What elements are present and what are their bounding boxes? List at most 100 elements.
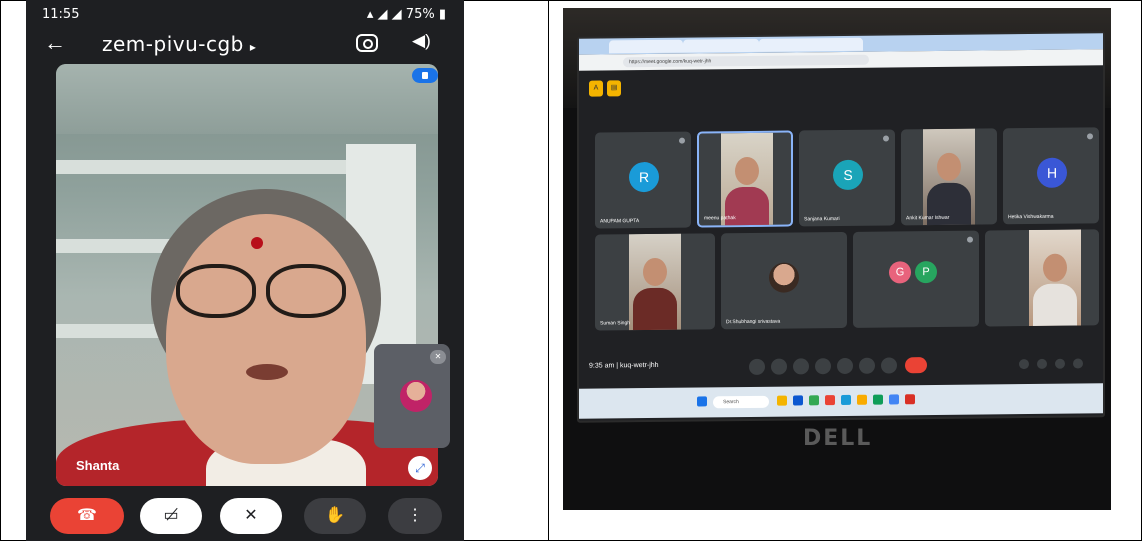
switch-camera-icon[interactable] xyxy=(356,34,378,52)
face xyxy=(735,156,759,186)
camera-off-button[interactable]: ▭̸ xyxy=(140,498,202,534)
participant-tile[interactable]: meenu pathak xyxy=(697,130,793,228)
app-icon[interactable] xyxy=(857,394,867,405)
end-call-button[interactable]: ☎ xyxy=(50,498,124,534)
self-avatar xyxy=(400,380,432,412)
battery-level: 75% xyxy=(405,7,435,22)
app-icon[interactable] xyxy=(889,394,899,405)
info-icon[interactable] xyxy=(1019,359,1029,370)
avatar: P xyxy=(915,260,937,284)
raise-hand-button[interactable] xyxy=(859,357,875,374)
body xyxy=(725,186,769,228)
participant-video xyxy=(1029,229,1081,327)
participant-tile[interactable]: Ankit Kumar Ishwar xyxy=(901,128,997,226)
meeting-code-button[interactable]: zem-pivu-cgb ▸ xyxy=(102,32,256,56)
participant-name: Sanjana Kumari xyxy=(804,216,840,223)
body xyxy=(633,287,677,331)
participant-grid: R ANUPAM GUPTA meenu pathak S Sanjana Ku… xyxy=(595,117,1099,332)
mic-off-icon xyxy=(967,236,973,243)
participant-tile[interactable]: Dr.Shubhangi srivastava xyxy=(721,231,847,330)
people-icon[interactable] xyxy=(1037,358,1047,369)
participant-name: Suman Singh xyxy=(600,320,631,327)
raise-hand-button[interactable]: ✋ xyxy=(304,498,366,534)
participant-video xyxy=(629,233,681,331)
app-icon[interactable] xyxy=(841,394,851,405)
mic-off-icon xyxy=(883,135,889,142)
start-icon[interactable] xyxy=(697,396,707,407)
participant-name: Shanta xyxy=(76,458,120,473)
participant-tile[interactable]: Suman Singh xyxy=(595,233,715,331)
captions-button[interactable] xyxy=(793,358,809,375)
more-options-button[interactable]: ⋮ xyxy=(388,498,442,534)
emoji-button[interactable] xyxy=(815,358,831,375)
app-icon[interactable] xyxy=(793,395,803,406)
self-view-tile[interactable]: ✕ xyxy=(374,344,450,448)
phone-meet-screenshot: 11:55 ▴ ◢ ◢ 75% ▮ ← zem-pivu-cgb ▸ ◀) Sha… xyxy=(26,0,464,541)
participant-video xyxy=(923,128,975,226)
activities-icon[interactable] xyxy=(1073,358,1083,369)
participant-figure xyxy=(56,189,438,486)
mic-off-button[interactable]: ✕ xyxy=(220,498,282,534)
app-icon[interactable] xyxy=(825,395,835,406)
mic-button[interactable] xyxy=(749,358,765,375)
status-battery: ▴ ◢ ◢ 75% ▮ xyxy=(366,7,446,22)
mic-off-icon xyxy=(1087,133,1093,140)
app-icon[interactable] xyxy=(777,395,787,406)
avatar: G xyxy=(889,261,911,284)
avatar: R xyxy=(629,161,659,193)
avatar: S xyxy=(833,159,863,191)
participant-tile[interactable]: H Hetika Vishwakarma xyxy=(1003,127,1099,225)
participant-tile[interactable]: S Sanjana Kumari xyxy=(799,129,895,227)
meeting-code: zem-pivu-cgb xyxy=(102,32,244,56)
taskbar-search[interactable]: Search xyxy=(713,395,769,409)
audio-level-badge xyxy=(412,68,438,83)
back-arrow-icon[interactable]: ← xyxy=(44,30,66,56)
chat-icon[interactable] xyxy=(1055,358,1065,369)
laptop-screen: https://meet.google.com/kuq-wetr-jhh A ▤… xyxy=(577,31,1105,423)
participant-tile[interactable] xyxy=(985,229,1099,327)
avatar: H xyxy=(1037,157,1067,188)
layout-icon[interactable]: ⤢ xyxy=(408,456,432,480)
windows-taskbar: Search xyxy=(579,383,1103,419)
mic-off-icon xyxy=(679,137,685,144)
call-controls: ☎ ▭̸ ✕ ✋ ⋮ xyxy=(26,486,464,541)
shelf xyxy=(56,160,356,174)
video-background xyxy=(56,64,438,134)
participant-tile[interactable]: R ANUPAM GUPTA xyxy=(595,131,691,229)
face xyxy=(643,257,667,287)
meet-control-bar: 9:35 am | kuq-wetr-jhh xyxy=(579,347,1103,384)
status-bar: 11:55 ▴ ◢ ◢ 75% ▮ xyxy=(26,0,464,28)
browser-tab[interactable] xyxy=(609,39,683,54)
participant-name: Ankit Kumar Ishwar xyxy=(906,214,950,222)
face xyxy=(166,214,366,464)
face xyxy=(1043,253,1067,282)
status-time: 11:55 xyxy=(42,7,80,22)
more-options-button[interactable] xyxy=(881,357,897,374)
app-icon[interactable] xyxy=(905,394,915,405)
browser-tab[interactable] xyxy=(683,38,759,53)
face xyxy=(937,152,961,181)
meet-chip-icon: ▤ xyxy=(607,80,621,97)
participant-video xyxy=(721,132,773,228)
browser-tab[interactable] xyxy=(759,37,863,52)
cell-divider xyxy=(548,0,549,541)
app-icon[interactable] xyxy=(809,395,819,406)
meet-chip-icon: A xyxy=(589,80,603,97)
participant-name: meenu pathak xyxy=(704,215,736,222)
avatar xyxy=(769,262,799,293)
laptop-meet-photo: https://meet.google.com/kuq-wetr-jhh A ▤… xyxy=(563,8,1111,510)
body xyxy=(1033,283,1077,326)
app-icon[interactable] xyxy=(873,394,883,405)
mic-off-icon: ✕ xyxy=(430,350,446,364)
url-field[interactable]: https://meet.google.com/kuq-wetr-jhh xyxy=(623,54,869,68)
participant-name: Dr.Shubhangi srivastava xyxy=(726,318,781,326)
end-call-button[interactable] xyxy=(905,357,927,374)
present-button[interactable] xyxy=(837,357,853,375)
meeting-info: 9:35 am | kuq-wetr-jhh xyxy=(589,361,659,370)
camera-button[interactable] xyxy=(771,358,787,375)
speaker-icon[interactable]: ◀) xyxy=(412,31,431,51)
chevron-right-icon: ▸ xyxy=(249,40,257,54)
laptop-brand-logo: DELL xyxy=(803,426,873,451)
participant-tile[interactable]: G P xyxy=(853,230,979,328)
meet-app-bar: ← zem-pivu-cgb ▸ ◀) xyxy=(26,28,464,64)
